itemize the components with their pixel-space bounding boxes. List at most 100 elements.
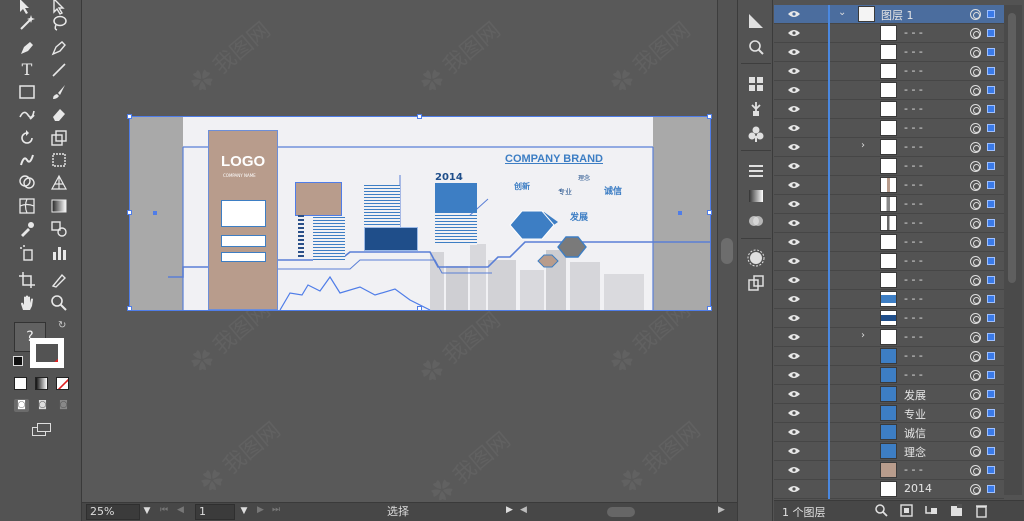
navigator-panel-icon[interactable] [747, 38, 765, 56]
visibility-eye-icon[interactable] [788, 409, 800, 417]
visibility-eye-icon[interactable] [788, 390, 800, 398]
layer-selection-indicator[interactable] [987, 86, 995, 94]
layer-row[interactable]: - - - [774, 347, 1004, 366]
layer-row[interactable]: - - - [774, 195, 1004, 214]
lasso-tool-icon[interactable] [48, 13, 70, 33]
resize-handle-bl[interactable] [127, 306, 132, 311]
layer-name[interactable]: - - - [904, 26, 923, 39]
visibility-eye-icon[interactable] [788, 447, 800, 455]
layer-row[interactable]: - - - [774, 176, 1004, 195]
layer-selection-indicator[interactable] [987, 29, 995, 37]
warp-tool-icon[interactable] [16, 150, 38, 170]
color-mode-icon[interactable] [14, 377, 27, 390]
layer-row-top[interactable]: ⌄ 图层 1 [774, 5, 1004, 24]
layer-row[interactable]: 诚信 [774, 423, 1004, 442]
layer-name[interactable]: - - - [904, 197, 923, 210]
column-graph-tool-icon[interactable] [48, 243, 70, 263]
layer-selection-indicator[interactable] [987, 10, 995, 18]
layer-target-icon[interactable] [970, 104, 981, 115]
layer-target-icon[interactable] [970, 9, 981, 20]
new-layer-icon[interactable] [949, 503, 964, 518]
layer-row[interactable]: - - - [774, 157, 1004, 176]
layer-target-icon[interactable] [970, 237, 981, 248]
layer-name[interactable]: - - - [904, 292, 923, 305]
shapes-panel-icon[interactable] [747, 12, 765, 30]
gradient-panel-icon[interactable] [747, 187, 765, 205]
visibility-eye-icon[interactable] [788, 124, 800, 132]
layer-row[interactable]: 发展 [774, 385, 1004, 404]
resize-handle-t[interactable] [417, 114, 422, 119]
layer-selection-indicator[interactable] [987, 67, 995, 75]
layer-target-icon[interactable] [970, 408, 981, 419]
layer-selection-indicator[interactable] [987, 314, 995, 322]
scale-tool-icon[interactable] [48, 128, 70, 148]
status-menu-icon[interactable]: ▶ [506, 505, 513, 515]
layer-row[interactable]: - - - [774, 119, 1004, 138]
layer-row[interactable]: 专业 [774, 404, 1004, 423]
zoom-tool-icon[interactable] [48, 293, 70, 313]
pen-tool-icon[interactable] [16, 38, 38, 58]
layer-row[interactable]: › - - - [774, 328, 1004, 347]
visibility-eye-icon[interactable] [788, 466, 800, 474]
layer-row[interactable]: - - - [774, 252, 1004, 271]
visibility-eye-icon[interactable] [788, 333, 800, 341]
layer-target-icon[interactable] [970, 142, 981, 153]
layer-target-icon[interactable] [970, 28, 981, 39]
visibility-eye-icon[interactable] [788, 219, 800, 227]
rotate-tool-icon[interactable] [16, 128, 38, 148]
perspective-grid-tool-icon[interactable] [48, 172, 70, 192]
rectangle-tool-icon[interactable] [16, 82, 38, 102]
blend-tool-icon[interactable] [48, 219, 70, 239]
visibility-eye-icon[interactable] [788, 10, 800, 18]
layer-selection-indicator[interactable] [987, 447, 995, 455]
layer-target-icon[interactable] [970, 313, 981, 324]
layer-name[interactable]: - - - [904, 64, 923, 77]
layer-name[interactable]: - - - [904, 463, 923, 476]
layer-selection-indicator[interactable] [987, 276, 995, 284]
layer-selection-indicator[interactable] [987, 143, 995, 151]
layer-selection-indicator[interactable] [987, 162, 995, 170]
appearance-panel-icon[interactable] [747, 249, 765, 267]
layer-name[interactable]: - - - [904, 311, 923, 324]
symbol-sprayer-tool-icon[interactable] [16, 243, 38, 263]
artboard-dropdown-icon[interactable]: ▼ [237, 504, 251, 520]
shape-builder-tool-icon[interactable] [16, 172, 38, 192]
layer-selection-indicator[interactable] [987, 295, 995, 303]
draw-behind-icon[interactable]: ◙ [35, 399, 50, 412]
layer-row[interactable]: 2014 [774, 480, 1004, 499]
transparency-panel-icon[interactable] [747, 212, 765, 230]
visibility-eye-icon[interactable] [788, 428, 800, 436]
delete-layer-icon[interactable] [974, 503, 989, 518]
layer-selection-indicator[interactable] [987, 48, 995, 56]
resize-handle-b[interactable] [417, 306, 422, 311]
visibility-eye-icon[interactable] [788, 238, 800, 246]
layer-target-icon[interactable] [970, 294, 981, 305]
last-artboard-icon[interactable]: ⏭ [272, 505, 280, 515]
layer-target-icon[interactable] [970, 256, 981, 267]
artboard-tool-icon[interactable] [16, 270, 38, 290]
eyedropper-tool-icon[interactable] [16, 219, 38, 239]
visibility-eye-icon[interactable] [788, 352, 800, 360]
screen-mode-icon[interactable] [32, 423, 52, 436]
artboard-number-field[interactable]: 1 [195, 504, 235, 520]
resize-handle-l[interactable] [127, 210, 132, 215]
artboard[interactable]: LOGO COMPANY NAME 2014 COMPANY BRAND 创新 … [130, 117, 710, 310]
draw-inside-icon[interactable]: ◙ [56, 399, 71, 412]
gradient-mode-icon[interactable] [35, 377, 48, 390]
none-mode-icon[interactable] [56, 377, 69, 390]
layer-target-icon[interactable] [970, 465, 981, 476]
layer-name[interactable]: - - - [904, 235, 923, 248]
resize-handle-tl[interactable] [127, 114, 132, 119]
mesh-tool-icon[interactable] [16, 196, 38, 216]
layer-target-icon[interactable] [970, 389, 981, 400]
layer-name[interactable]: - - - [904, 121, 923, 134]
layer-selection-indicator[interactable] [987, 105, 995, 113]
resize-handle-tr[interactable] [707, 114, 712, 119]
brushes-panel-icon[interactable] [747, 100, 765, 118]
layer-row[interactable]: - - - [774, 81, 1004, 100]
eraser-tool-icon[interactable] [48, 104, 70, 124]
canvas-vertical-scrollbar[interactable] [717, 0, 737, 502]
layer-target-icon[interactable] [970, 351, 981, 362]
artboards-panel-icon[interactable] [747, 274, 765, 292]
layer-name[interactable]: 专业 [904, 406, 926, 422]
